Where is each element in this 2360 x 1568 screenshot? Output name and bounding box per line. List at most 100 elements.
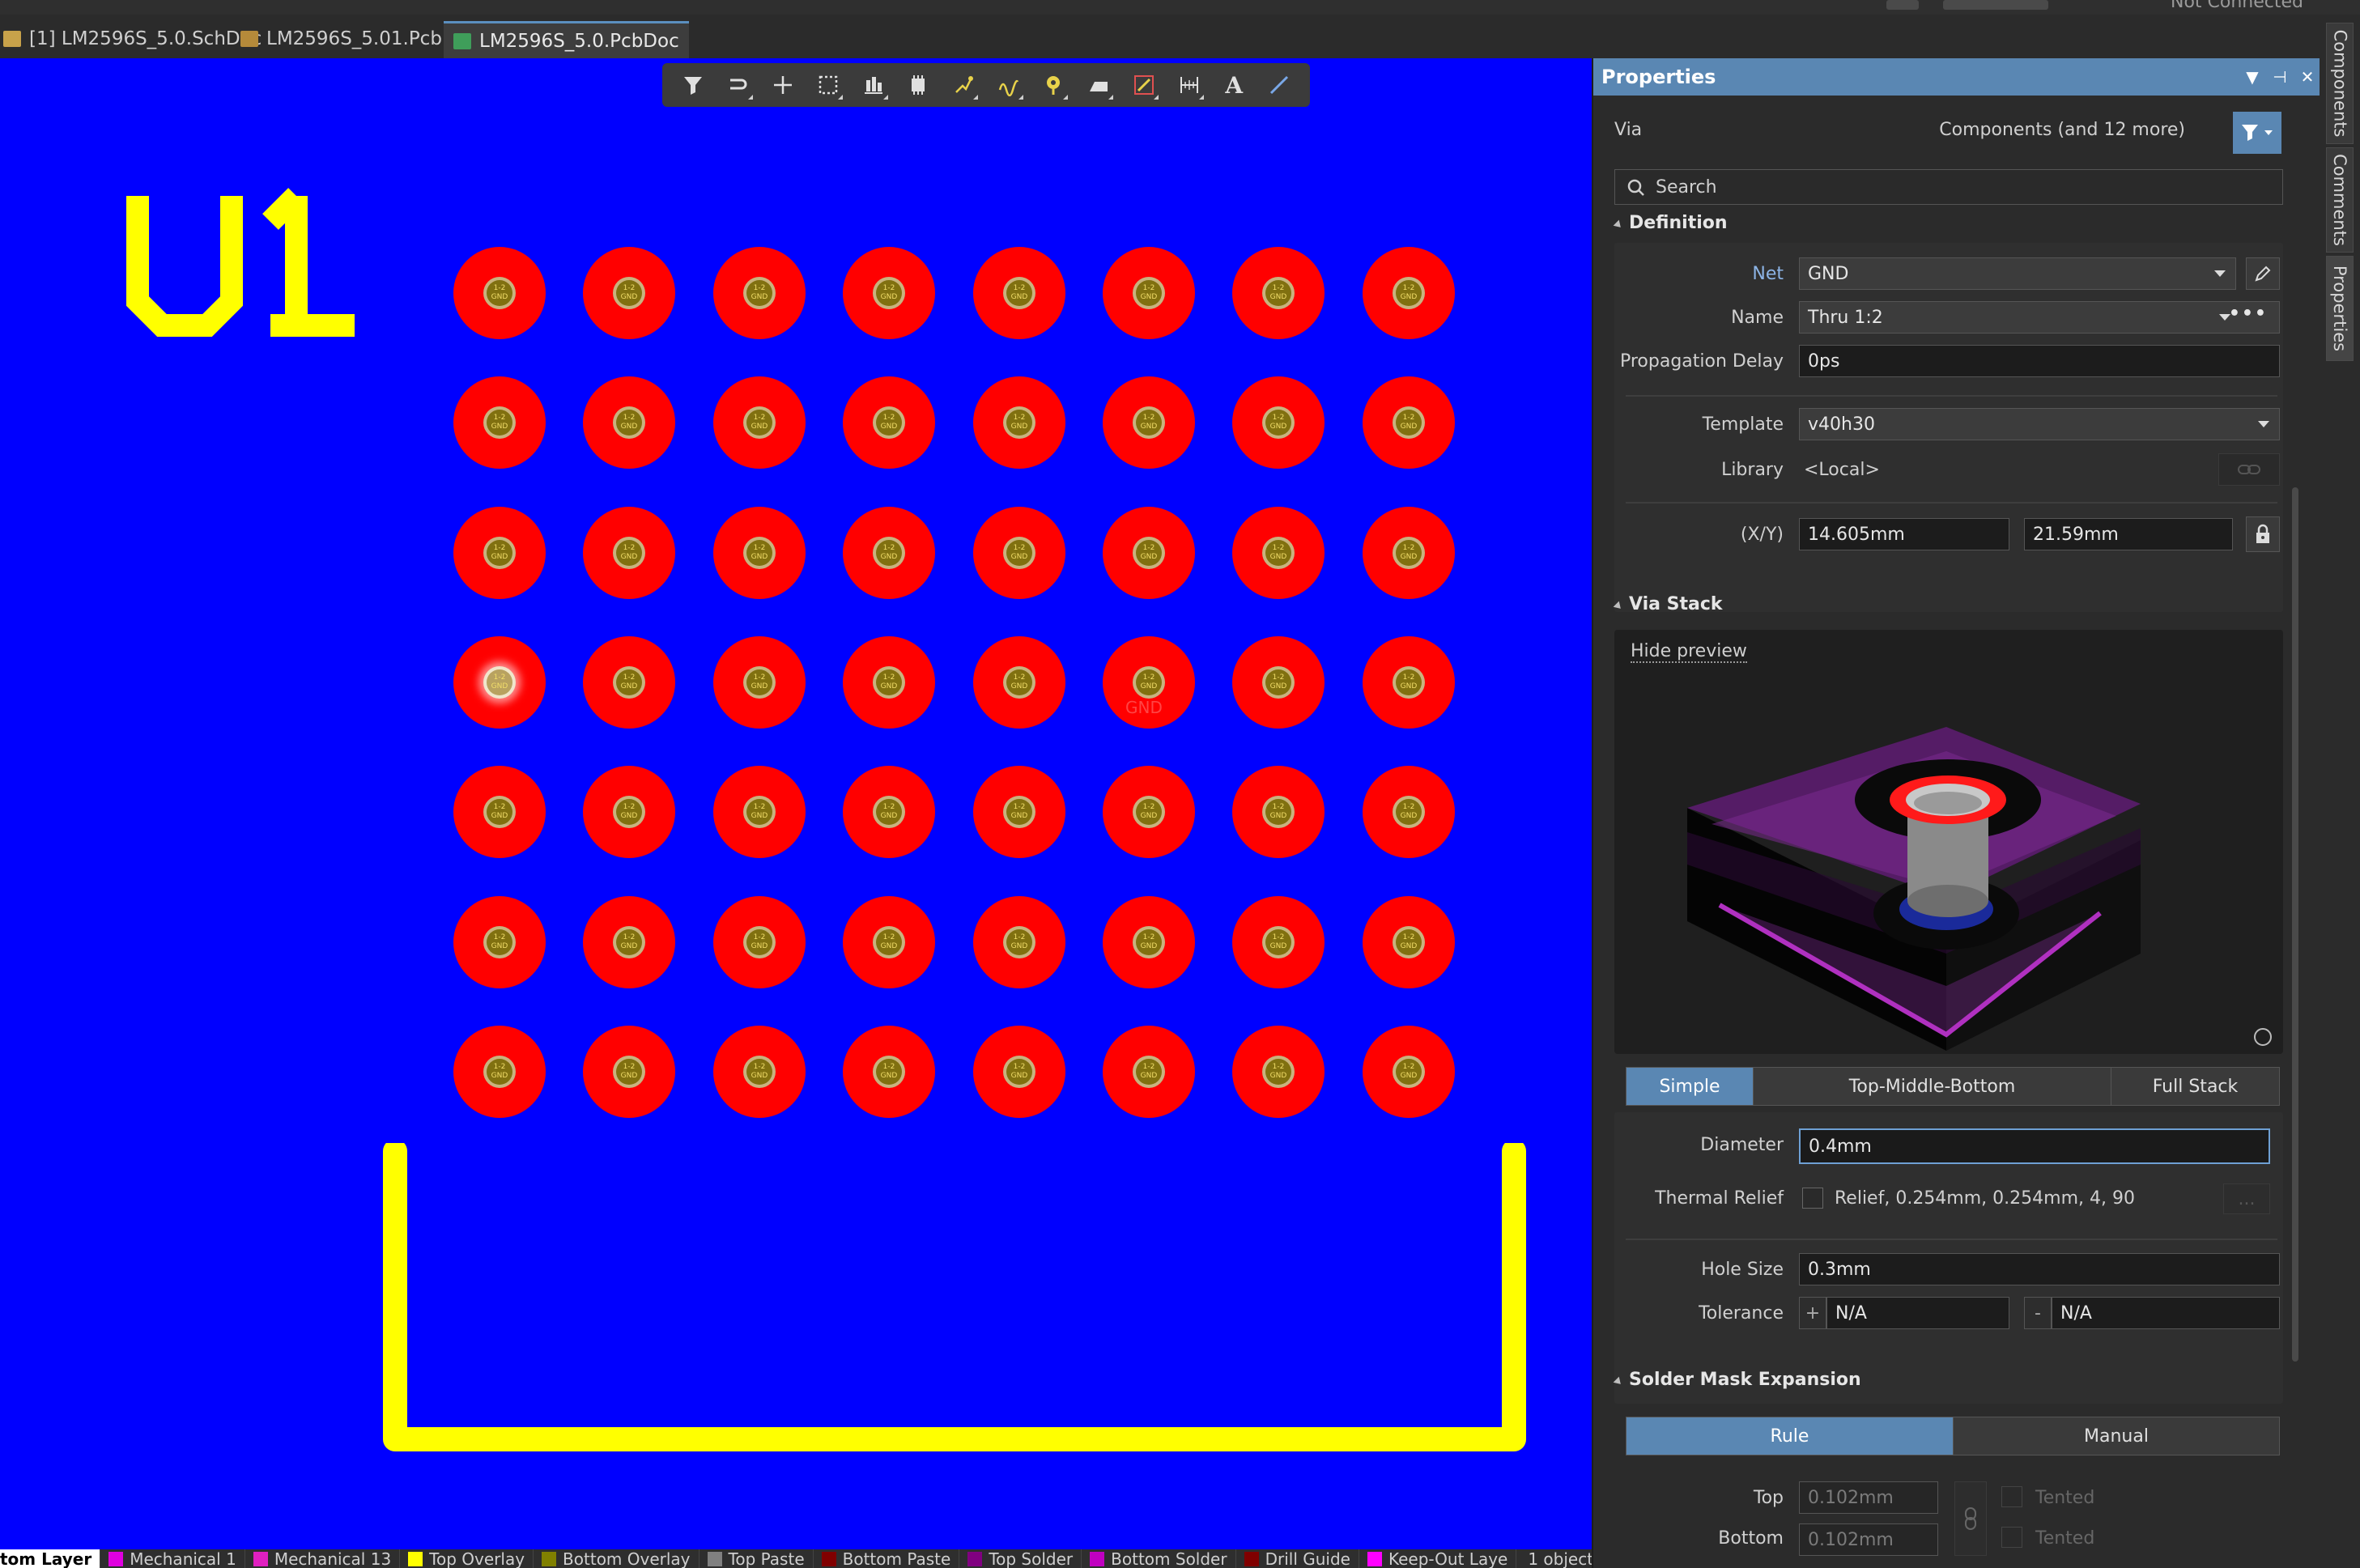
mode-simple-button[interactable]: Simple (1626, 1068, 1754, 1105)
panel-menu-icon[interactable]: ▼ (2239, 67, 2266, 87)
side-tab-comments[interactable]: Comments (2326, 147, 2354, 253)
via[interactable]: 1-2 GND (713, 766, 806, 858)
component-icon[interactable] (902, 69, 934, 101)
via[interactable]: 1-2 GND (453, 376, 546, 469)
layer-tab[interactable]: Top Overlay (400, 1549, 534, 1568)
via[interactable]: 1-2 GND (1103, 1026, 1195, 1118)
layer-tab[interactable]: Drill Guide (1236, 1549, 1359, 1568)
via[interactable]: 1-2 GND (1363, 896, 1455, 988)
via[interactable]: 1-2 GND (713, 636, 806, 729)
align-icon[interactable] (857, 69, 890, 101)
text-icon[interactable]: A (1218, 69, 1250, 101)
via[interactable]: 1-2 GND (713, 247, 806, 339)
via[interactable]: 1-2 GND (843, 376, 935, 469)
propagation-delay-field[interactable]: 0ps (1799, 345, 2280, 377)
via[interactable]: 1-2 GND (1363, 507, 1455, 599)
layer-tab[interactable]: Bottom Overlay (534, 1549, 699, 1568)
via[interactable]: 1-2 GND (973, 766, 1065, 858)
via[interactable]: 1-2 GND (1232, 636, 1325, 729)
pin-icon[interactable]: ⊣ (2266, 67, 2294, 87)
via[interactable]: 1-2 GND (713, 507, 806, 599)
via[interactable]: 1-2 GND (1363, 1026, 1455, 1118)
net-picker-button[interactable] (2246, 257, 2280, 290)
via[interactable]: 1-2 GND (583, 376, 675, 469)
layer-tab[interactable]: Mechanical 13 (245, 1549, 401, 1568)
via[interactable]: 1-2 GND (453, 636, 546, 729)
library-link-button[interactable] (2218, 453, 2280, 486)
via[interactable]: 1-2 GND (973, 507, 1065, 599)
via[interactable]: 1-2 GND (713, 896, 806, 988)
scrollbar-thumb[interactable] (2292, 487, 2298, 1362)
thermal-relief-checkbox[interactable] (1802, 1188, 1823, 1209)
mask-link-button[interactable] (1954, 1481, 1987, 1556)
via[interactable]: 1-2 GND (843, 636, 935, 729)
route-icon[interactable] (722, 69, 755, 101)
mode-full-stack-button[interactable]: Full Stack (2111, 1068, 2279, 1105)
via[interactable]: 1-2 GND (583, 247, 675, 339)
line-icon[interactable] (1263, 69, 1295, 101)
layer-tab[interactable]: tom Layer (0, 1549, 101, 1568)
share-button[interactable] (1943, 0, 2048, 10)
tab-pcblib[interactable]: LM2596S_5.01.PcbLib (231, 21, 479, 57)
connection-status[interactable]: Not Connected (2171, 0, 2303, 12)
name-dropdown[interactable]: Thru 1:2 ••• (1799, 301, 2280, 334)
via[interactable]: 1-2 GND (1232, 376, 1325, 469)
via[interactable]: 1-2 GND (1103, 766, 1195, 858)
via[interactable]: 1-2 GND (1103, 376, 1195, 469)
via[interactable]: 1-2 GND (973, 247, 1065, 339)
cross-icon[interactable] (767, 69, 799, 101)
section-definition[interactable]: Definition (1613, 213, 1728, 233)
layer-tab[interactable]: Mechanical 1 (100, 1549, 245, 1568)
via[interactable]: 1-2 GND (1103, 896, 1195, 988)
via[interactable]: 1-2 GND (1232, 1026, 1325, 1118)
via[interactable]: 1-2 GND (843, 766, 935, 858)
via[interactable]: 1-2 GND (843, 507, 935, 599)
via-pad-icon[interactable] (1037, 69, 1069, 101)
via[interactable]: 1-2 GND (843, 896, 935, 988)
fill-icon[interactable] (1128, 69, 1160, 101)
designator-u1-graphic[interactable] (120, 180, 379, 390)
via[interactable]: 1-2 GND (453, 896, 546, 988)
via[interactable]: 1-2 GND (713, 376, 806, 469)
interactive-route-icon[interactable] (947, 69, 980, 101)
via-3d-preview[interactable]: Hide preview (1614, 630, 2283, 1054)
via[interactable]: 1-2 GND (583, 636, 675, 729)
via[interactable]: 1-2 GND (1232, 766, 1325, 858)
mode-top-middle-bottom-button[interactable]: Top-Middle-Bottom (1754, 1068, 2111, 1105)
via[interactable]: 1-2 GND (973, 636, 1065, 729)
more-icon[interactable]: ••• (2229, 304, 2268, 324)
via[interactable]: 1-2 GND (1363, 247, 1455, 339)
mode-rule-button[interactable]: Rule (1626, 1417, 1954, 1455)
via[interactable]: 1-2 GND (973, 896, 1065, 988)
selection-filter-text[interactable]: Components (and 12 more) (1939, 120, 2185, 140)
via[interactable]: 1-2 GND (1232, 507, 1325, 599)
component-outline[interactable] (381, 1143, 1530, 1467)
thermal-relief-edit-button[interactable]: ... (2223, 1183, 2270, 1214)
mask-top-tented-checkbox[interactable] (2001, 1486, 2022, 1507)
search-input[interactable]: Search (1614, 169, 2283, 205)
filter-icon[interactable] (677, 69, 709, 101)
x-field[interactable]: 14.605mm (1799, 518, 2009, 550)
via[interactable]: 1-2 GND (583, 896, 675, 988)
polygon-icon[interactable] (1082, 69, 1115, 101)
layer-tab[interactable]: Top Solder (959, 1549, 1082, 1568)
panel-scrollbar[interactable] (2292, 220, 2298, 1362)
via[interactable]: 1-2 GND (1363, 376, 1455, 469)
via[interactable]: 1-2 GND (713, 1026, 806, 1118)
mask-bottom-field[interactable]: 0.102mm (1799, 1523, 1938, 1556)
template-dropdown[interactable]: v40h30 (1799, 408, 2280, 440)
reset-view-icon[interactable] (2254, 1028, 2272, 1046)
via[interactable]: 1-2 GND (1232, 896, 1325, 988)
y-field[interactable]: 21.59mm (2024, 518, 2233, 550)
tolerance-plus-field[interactable]: N/A (1826, 1297, 2009, 1329)
side-tab-components[interactable]: Components (2326, 23, 2354, 144)
section-solder-mask[interactable]: Solder Mask Expansion (1613, 1370, 1861, 1390)
via[interactable]: 1-2 GND (843, 247, 935, 339)
lock-button[interactable] (2246, 516, 2280, 552)
net-dropdown[interactable]: GND (1799, 257, 2236, 290)
mask-bottom-tented-checkbox[interactable] (2001, 1527, 2022, 1548)
tolerance-minus-field[interactable]: N/A (2052, 1297, 2280, 1329)
via[interactable]: 1-2 GND (453, 247, 546, 339)
via[interactable]: 1-2 GND (453, 766, 546, 858)
selection-filter-button[interactable] (2233, 112, 2281, 154)
